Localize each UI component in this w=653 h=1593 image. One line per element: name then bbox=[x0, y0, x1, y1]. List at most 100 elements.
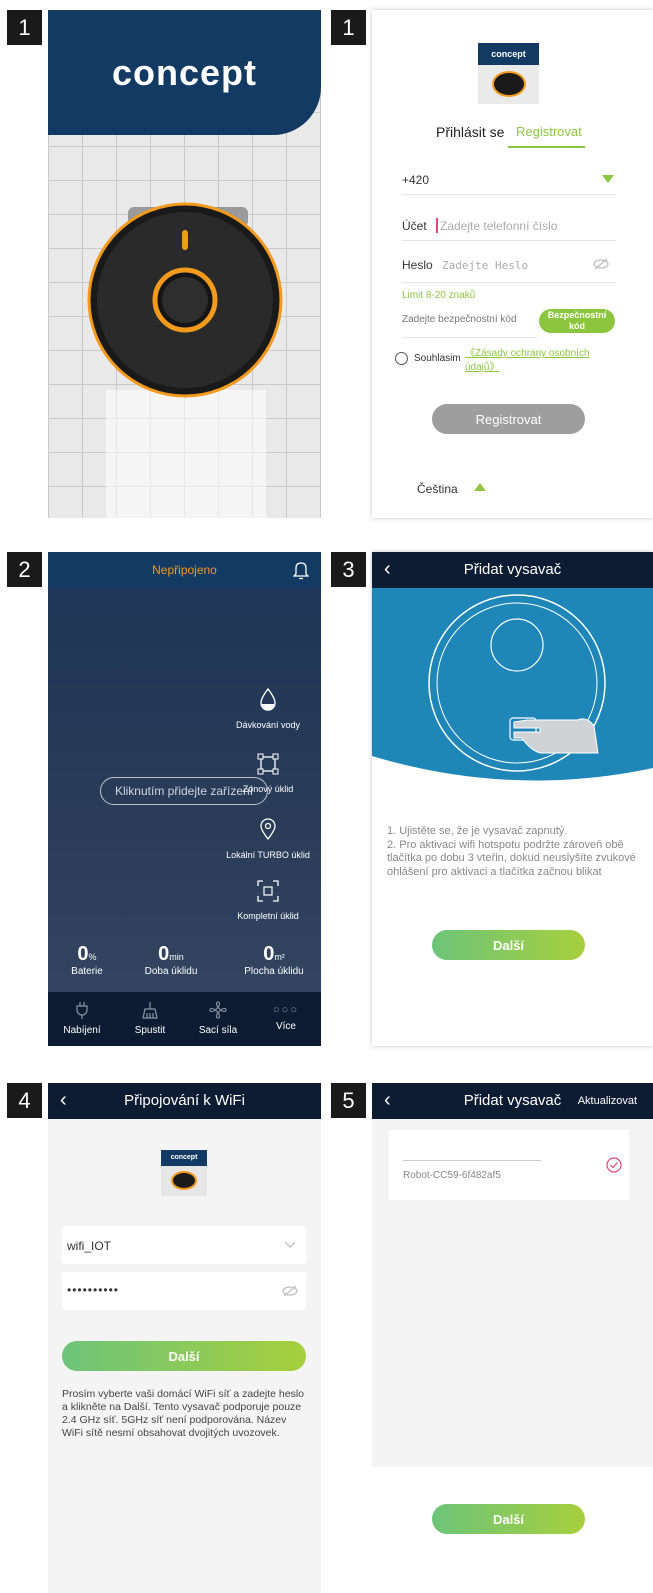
chevron-down-icon bbox=[284, 1241, 296, 1248]
full-frame-icon bbox=[257, 880, 279, 902]
mode-label: Dávkování vody bbox=[235, 720, 301, 730]
register-screen: concept Přihlásit se Registrovat +420 Úč… bbox=[372, 10, 653, 518]
nav-charge[interactable]: Nabíjení bbox=[48, 992, 116, 1036]
nav-label: Spustit bbox=[134, 1025, 166, 1036]
instructions-text: 1. Ujistěte se, že je vysavač zapnutý. 2… bbox=[387, 825, 636, 878]
add-vacuum-screen: ‹ Přidat vysavač 1. Ujistěte se, že je v… bbox=[372, 552, 653, 1046]
wifi-password-input[interactable]: •••••••••• bbox=[62, 1272, 306, 1310]
password-input[interactable]: Zadejte Heslo bbox=[442, 259, 528, 272]
robot-vacuum-illustration bbox=[87, 202, 283, 398]
step-label: 3 bbox=[331, 552, 366, 587]
device-list-item[interactable]: Robot-CC59-6f482af5 bbox=[389, 1130, 629, 1200]
chevron-down-icon[interactable] bbox=[602, 175, 614, 183]
divider bbox=[402, 240, 616, 241]
mode-label: Zónový úklid bbox=[242, 784, 294, 794]
next-button[interactable]: Další bbox=[62, 1341, 306, 1371]
broom-icon bbox=[142, 1002, 158, 1019]
bell-icon[interactable] bbox=[293, 560, 309, 580]
ssid-select[interactable]: wifi_IOT bbox=[62, 1226, 306, 1264]
tab-login[interactable]: Přihlásit se bbox=[436, 124, 504, 140]
robot-hand-illustration bbox=[372, 588, 653, 781]
water-drop-icon bbox=[260, 687, 276, 711]
language-select[interactable]: Čeština bbox=[417, 482, 458, 496]
refresh-button[interactable]: Aktualizovat bbox=[578, 1095, 637, 1107]
home-screen: Nepřipojeno Kliknutím přidejte zařízení … bbox=[48, 552, 321, 1046]
home-header: Nepřipojeno bbox=[48, 552, 321, 588]
step-label: 4 bbox=[7, 1083, 42, 1118]
mode-full[interactable]: Kompletní úklid bbox=[218, 880, 318, 921]
mode-zone[interactable]: Zónový úklid bbox=[218, 753, 318, 794]
agree-label: Souhlasim bbox=[414, 353, 461, 364]
nav-label: Více bbox=[275, 1021, 296, 1032]
zone-icon bbox=[257, 753, 279, 775]
ssid-value: wifi_IOT bbox=[67, 1239, 112, 1253]
stat-unit: % bbox=[88, 952, 97, 962]
eye-off-icon[interactable] bbox=[282, 1285, 298, 1297]
app-logo-header: concept bbox=[478, 43, 539, 65]
account-input[interactable]: Zadejte telefonní číslo bbox=[440, 219, 557, 233]
security-code-button[interactable]: Bezpečnostní kód bbox=[539, 309, 615, 333]
mode-turbo[interactable]: Lokální TURBO úklid bbox=[218, 817, 318, 860]
tab-underline bbox=[508, 146, 585, 148]
stat-label: Plocha úklidu bbox=[244, 966, 304, 977]
nav-label: Sací síla bbox=[198, 1025, 238, 1036]
stat-value: 0 bbox=[263, 943, 275, 965]
wifi-info-text: Prosím vyberte vaši domácí WiFi síť a za… bbox=[62, 1388, 305, 1439]
brand-logo: concept bbox=[111, 52, 258, 93]
step-label: 2 bbox=[7, 552, 42, 587]
mode-label: Lokální TURBO úklid bbox=[226, 850, 310, 860]
app-bar: ‹ Přidat vysavač Aktualizovat bbox=[372, 1083, 653, 1119]
stat-unit: min bbox=[169, 952, 184, 962]
bottom-nav: Nabíjení Spustit Sací síla ○○○ Více bbox=[48, 992, 321, 1046]
app-logo-thumb: concept bbox=[478, 43, 539, 104]
robot-thumb bbox=[171, 1171, 197, 1190]
nav-label: Nabíjení bbox=[63, 1025, 101, 1036]
stat-battery: 0% Baterie bbox=[62, 943, 112, 977]
mode-label: Kompletní úklid bbox=[237, 911, 299, 921]
page-title: Přidat vysavač bbox=[463, 561, 562, 578]
step-label: 1 bbox=[331, 10, 366, 45]
stat-unit: m² bbox=[274, 952, 285, 962]
app-bar: ‹ Připojování k WiFi bbox=[48, 1083, 321, 1119]
step-label: 1 bbox=[7, 10, 42, 45]
tab-register[interactable]: Registrovat bbox=[516, 124, 582, 139]
device-name: Robot-CC59-6f482af5 bbox=[403, 1170, 501, 1181]
account-label: Účet bbox=[402, 219, 427, 233]
page-title: Připojování k WiFi bbox=[124, 1092, 245, 1109]
nav-more[interactable]: ○○○ Více bbox=[252, 992, 320, 1032]
account-cursor bbox=[436, 218, 438, 233]
fan-icon bbox=[209, 1001, 227, 1019]
stat-label: Doba úklidu bbox=[144, 966, 198, 977]
register-submit-button[interactable]: Registrovat bbox=[432, 404, 585, 434]
eye-off-icon[interactable] bbox=[593, 258, 609, 270]
next-button[interactable]: Další bbox=[432, 1504, 585, 1534]
app-bar: ‹ Přidat vysavač bbox=[372, 552, 653, 588]
splash-screen: concept bbox=[48, 10, 321, 518]
location-pin-icon bbox=[260, 818, 276, 841]
app-logo-thumb: concept bbox=[161, 1150, 207, 1196]
privacy-link[interactable]: 《Zásady ochrany osobních údajů》 bbox=[465, 347, 595, 375]
password-mask: •••••••••• bbox=[67, 1283, 120, 1297]
country-code-select[interactable]: +420 bbox=[402, 173, 429, 187]
stat-value: 0 bbox=[158, 943, 170, 965]
robot-thumb bbox=[491, 71, 526, 97]
app-logo-header: concept bbox=[161, 1150, 207, 1166]
step-label: 5 bbox=[331, 1083, 366, 1118]
divider bbox=[403, 1160, 541, 1161]
divider bbox=[402, 282, 616, 283]
chevron-up-icon[interactable] bbox=[474, 483, 486, 491]
nav-start[interactable]: Spustit bbox=[116, 992, 184, 1036]
limit-hint: Limit 8-20 znaků bbox=[402, 290, 476, 301]
stat-time: 0min Doba úklidu bbox=[136, 943, 206, 977]
security-code-input[interactable]: Zadejte bezpečnostní kód bbox=[402, 314, 517, 325]
nav-suction[interactable]: Sací síla bbox=[184, 992, 252, 1036]
connection-status: Nepřipojeno bbox=[152, 563, 217, 577]
mode-water[interactable]: Dávkování vody bbox=[218, 687, 318, 730]
wifi-screen: ‹ Připojování k WiFi concept wifi_IOT ••… bbox=[48, 1083, 321, 1593]
next-button[interactable]: Další bbox=[432, 930, 585, 960]
agree-radio[interactable] bbox=[395, 352, 408, 365]
divider bbox=[402, 337, 537, 338]
stat-value: 0 bbox=[77, 943, 89, 965]
check-circle-icon bbox=[606, 1157, 622, 1173]
stat-area: 0m² Plocha úklidu bbox=[234, 943, 314, 977]
